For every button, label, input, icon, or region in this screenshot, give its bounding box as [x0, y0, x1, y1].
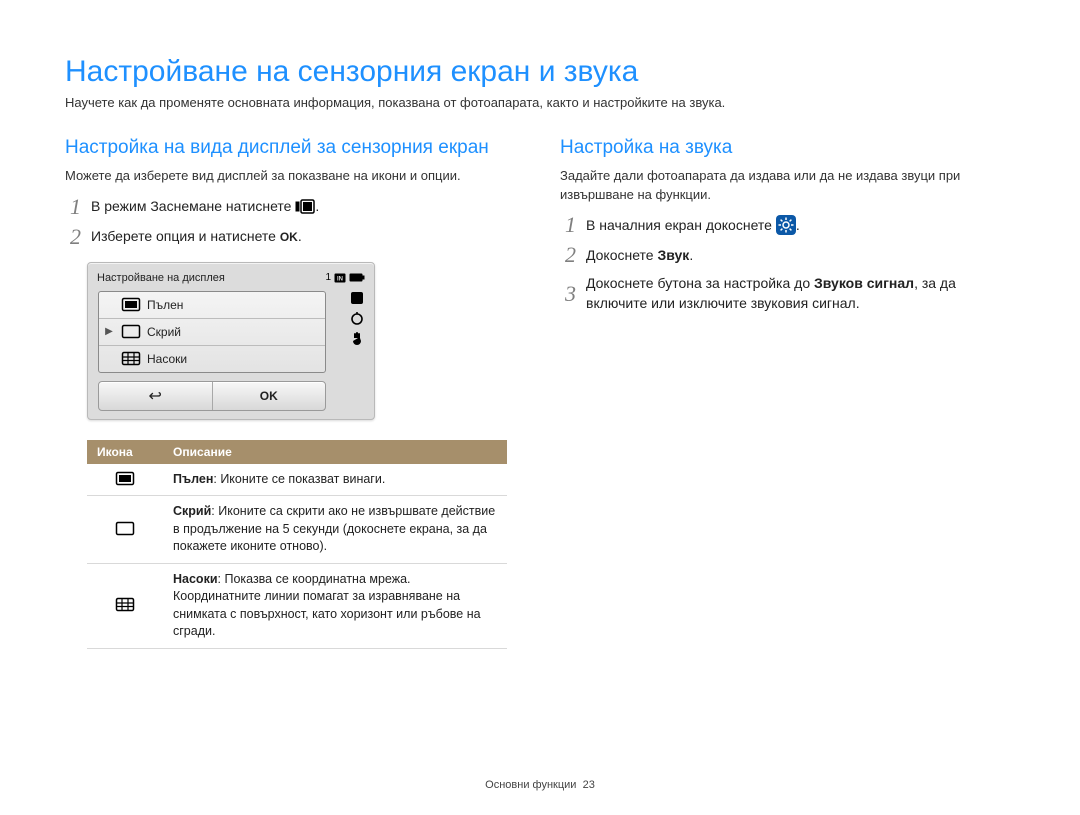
step-text: В началния екран докоснете: [586, 217, 776, 233]
flash-icon: [350, 291, 364, 305]
display-toggle-icon: [295, 199, 315, 214]
th-icon: Икона: [87, 440, 163, 464]
option-label: Пълен: [147, 298, 183, 312]
icon-description-table: Икона Описание Пълен: Иконите се показва…: [87, 440, 507, 649]
manual-page: Настройване на сензорния екран и звука Н…: [0, 0, 1080, 815]
row-text: : Показва се координатна мрежа. Координа…: [173, 572, 481, 639]
full-icon: [115, 471, 135, 486]
step-text: В режим Заснемане натиснете: [91, 198, 295, 214]
svg-text:IN: IN: [337, 276, 343, 282]
step-text-pre: Докоснете: [586, 247, 657, 263]
step-text: Изберете опция и натиснете: [91, 228, 280, 244]
step-number: 2: [65, 226, 81, 248]
step-number: 3: [560, 283, 576, 305]
right-section-desc: Задайте дали фотоапарата да издава или д…: [560, 167, 1015, 205]
step-text-pre: Докоснете бутона за настройка до: [586, 275, 814, 291]
option-label: Скрий: [147, 325, 181, 339]
camera-option-hide[interactable]: ▶ Скрий: [99, 319, 325, 346]
camera-ok-button[interactable]: OK: [213, 382, 326, 410]
left-section-desc: Можете да изберете вид дисплей за показв…: [65, 167, 520, 186]
option-label: Насоки: [147, 352, 187, 366]
step-number: 2: [560, 244, 576, 266]
table-row: Пълен: Иконите се показват винаги.: [87, 464, 507, 496]
camera-display-mockup: Настройване на дисплея 1 IN: [87, 262, 375, 420]
step-text-after: .: [796, 217, 800, 233]
hide-icon: [121, 324, 141, 339]
th-desc: Описание: [163, 440, 507, 464]
settings-gear-icon: [776, 215, 796, 235]
footer-section: Основни функции: [485, 779, 576, 791]
timer-icon: [350, 311, 364, 325]
full-icon: [121, 297, 141, 312]
step-text-bold: Звук: [657, 247, 689, 263]
right-section-title: Настройка на звука: [560, 136, 1015, 161]
page-title: Настройване на сензорния екран и звука: [65, 55, 1015, 89]
camera-back-button[interactable]: ↩: [99, 382, 213, 410]
step-number: 1: [65, 196, 81, 218]
table-row: Насоки: Показва се координатна мрежа. Ко…: [87, 563, 507, 648]
right-step-3: 3 Докоснете бутона за настройка до Звуко…: [560, 274, 1015, 313]
step-text-after: .: [689, 247, 693, 263]
storage-icon: IN: [334, 273, 346, 283]
left-step-2: 2 Изберете опция и натиснете OK.: [65, 226, 520, 248]
camera-screen-title: Настройване на дисплея: [97, 272, 225, 284]
step-number: 1: [560, 214, 576, 236]
page-footer: Основни функции 23: [0, 779, 1080, 791]
row-text: : Иконите се показват винаги.: [213, 472, 385, 486]
left-column: Настройка на вида дисплей за сензорния е…: [65, 136, 520, 649]
camera-side-icons: [350, 291, 364, 345]
row-name: Пълен: [173, 472, 213, 486]
camera-status-icons: 1 IN: [325, 272, 365, 283]
camera-option-guidelines[interactable]: Насоки: [99, 346, 325, 372]
page-intro: Научете как да променяте основната инфор…: [65, 95, 1015, 110]
hide-icon: [115, 521, 135, 536]
camera-option-list: Пълен ▶ Скрий Насоки: [98, 291, 326, 373]
hand-icon: [350, 331, 364, 345]
selection-triangle-icon: ▶: [103, 326, 115, 337]
right-step-1: 1 В началния екран докоснете .: [560, 214, 1015, 236]
row-name: Насоки: [173, 572, 218, 586]
left-section-title: Настройка на вида дисплей за сензорния е…: [65, 136, 520, 161]
grid-icon: [121, 351, 141, 366]
step-text-bold: Звуков сигнал: [814, 275, 914, 291]
footer-page-number: 23: [583, 779, 595, 791]
left-step-1: 1 В режим Заснемане натиснете .: [65, 196, 520, 218]
ok-label-icon: OK: [280, 229, 298, 246]
back-arrow-icon: ↩: [149, 386, 162, 406]
camera-shot-count: 1: [325, 272, 331, 283]
battery-icon: [349, 273, 365, 282]
right-step-2: 2 Докоснете Звук.: [560, 244, 1015, 266]
table-row: Скрий: Иконите са скрити ако не извършва…: [87, 496, 507, 564]
grid-icon: [115, 597, 135, 612]
right-column: Настройка на звука Задайте дали фотоапар…: [560, 136, 1015, 322]
step-text-after: .: [315, 198, 319, 214]
row-name: Скрий: [173, 504, 211, 518]
step-text-after: .: [298, 228, 302, 244]
row-text: : Иконите са скрити ако не извършвате де…: [173, 504, 495, 553]
camera-option-full[interactable]: Пълен: [99, 292, 325, 319]
